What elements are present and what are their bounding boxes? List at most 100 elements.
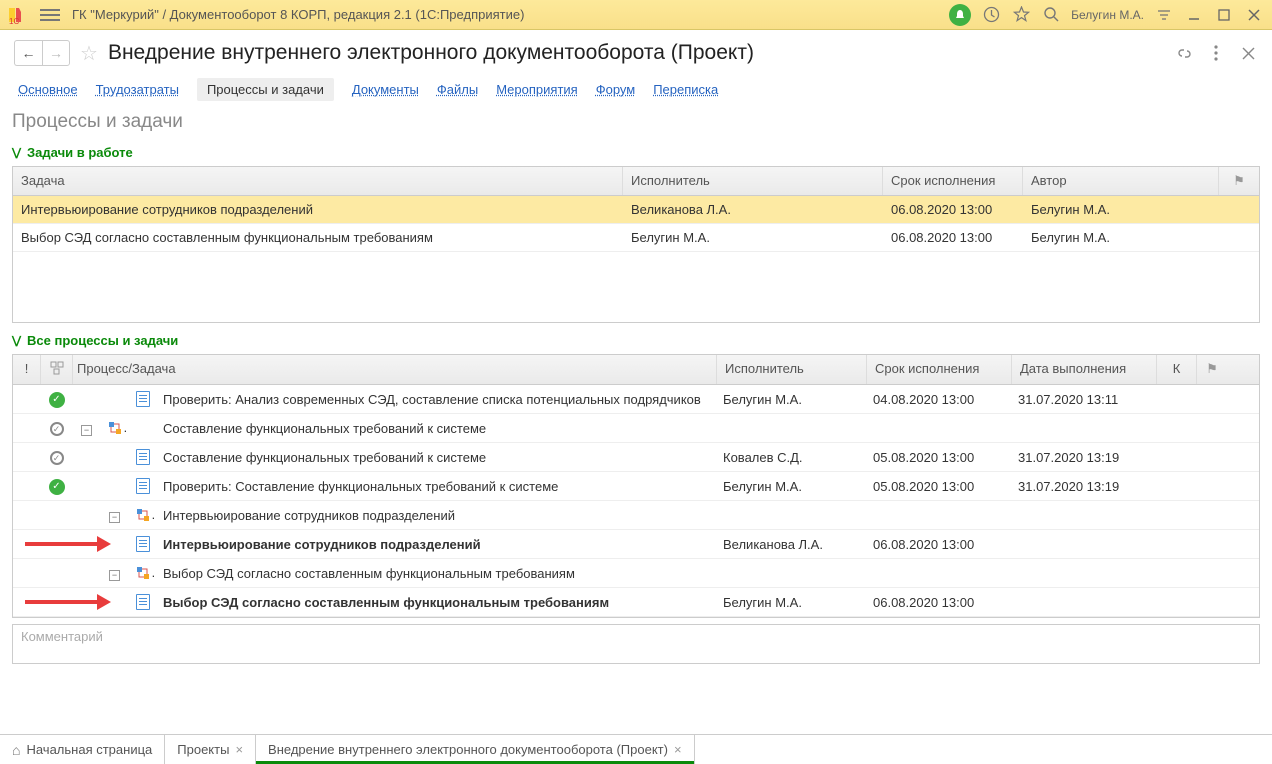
cell-k <box>1157 453 1197 461</box>
table-row[interactable]: Выбор СЭД согласно составленным функцион… <box>13 588 1259 617</box>
tasks-in-progress-table: Задача Исполнитель Срок исполнения Автор… <box>12 166 1260 323</box>
cell-name: Выбор СЭД согласно составленным функцион… <box>157 591 717 614</box>
all-processes-label: Все процессы и задачи <box>27 333 178 348</box>
more-icon[interactable] <box>1206 43 1226 63</box>
bottom-tab-1[interactable]: Проекты× <box>165 735 256 764</box>
table-row[interactable]: − Интервьюирование сотрудников подраздел… <box>13 501 1259 530</box>
cell-tree-b <box>101 395 129 403</box>
maximize-button[interactable] <box>1214 5 1234 25</box>
tab-4[interactable]: Файлы <box>437 82 478 97</box>
cell-tree-b <box>101 540 129 548</box>
cell-due <box>867 424 1012 432</box>
col-task[interactable]: Задача <box>13 167 623 195</box>
close-tab-icon[interactable]: × <box>674 742 682 757</box>
cell-flag <box>1197 511 1227 519</box>
tree-toggle[interactable]: − <box>81 425 92 436</box>
col-done[interactable]: Дата выполнения <box>1012 355 1157 384</box>
cell-flag <box>1197 598 1227 606</box>
tasks-in-progress-header[interactable]: ⋁ Задачи в работе <box>0 141 1272 164</box>
col-k[interactable]: К <box>1157 355 1197 384</box>
cell-task: Выбор СЭД согласно составленным функцион… <box>13 224 623 251</box>
col-importance[interactable]: ! <box>13 355 41 384</box>
main-menu-button[interactable] <box>40 5 60 25</box>
close-window-button[interactable] <box>1244 5 1264 25</box>
bottom-tab-2[interactable]: Внедрение внутреннего электронного докум… <box>256 735 695 764</box>
link-icon[interactable] <box>1174 43 1194 63</box>
cell-importance <box>13 395 41 403</box>
col-executor[interactable]: Исполнитель <box>717 355 867 384</box>
col-due[interactable]: Срок исполнения <box>883 167 1023 195</box>
col-flag[interactable]: ⚑ <box>1197 355 1227 384</box>
cell-done <box>1012 511 1157 519</box>
cell-due: 06.08.2020 13:00 <box>867 533 1012 556</box>
col-due[interactable]: Срок исполнения <box>867 355 1012 384</box>
minimize-button[interactable] <box>1184 5 1204 25</box>
cell-status: ✓ <box>41 416 73 441</box>
cell-flag <box>1197 395 1227 403</box>
table-row[interactable]: ✓ Составление функциональных требований … <box>13 443 1259 472</box>
close-icon[interactable] <box>1238 43 1258 63</box>
close-tab-icon[interactable]: × <box>235 742 243 757</box>
table-row[interactable]: − Выбор СЭД согласно составленным функци… <box>13 559 1259 588</box>
col-status[interactable] <box>41 355 73 384</box>
cell-tree-c <box>129 387 157 412</box>
cell-executor: Ковалев С.Д. <box>717 446 867 469</box>
table-row[interactable]: Выбор СЭД согласно составленным функцион… <box>13 224 1259 252</box>
page-title: Внедрение внутреннего электронного докум… <box>108 41 1164 65</box>
cell-importance <box>13 511 41 519</box>
favorite-star-icon[interactable]: ☆ <box>80 41 98 66</box>
cell-due: 05.08.2020 13:00 <box>867 446 1012 469</box>
bottom-tab-label: Начальная страница <box>26 742 152 757</box>
cell-executor: Белугин М.А. <box>717 388 867 411</box>
tree-toggle[interactable]: − <box>109 512 120 523</box>
cell-executor <box>717 569 867 577</box>
col-name[interactable]: Процесс/Задача <box>73 355 717 384</box>
tab-6[interactable]: Форум <box>596 82 636 97</box>
comment-input[interactable]: Комментарий <box>12 624 1260 664</box>
tree-toggle[interactable]: − <box>109 570 120 581</box>
col-author[interactable]: Автор <box>1023 167 1219 195</box>
col-flag[interactable]: ⚑ <box>1219 167 1259 195</box>
user-name[interactable]: Белугин М.А. <box>1071 8 1144 22</box>
tab-3[interactable]: Документы <box>352 82 419 97</box>
table-row[interactable]: ✓ Проверить: Составление функциональных … <box>13 472 1259 501</box>
cell-due: 06.08.2020 13:00 <box>867 591 1012 614</box>
cell-tree-c <box>129 424 157 432</box>
cell-importance <box>13 453 41 461</box>
history-icon[interactable] <box>981 5 1001 25</box>
table-row[interactable]: Интервьюирование сотрудников подразделен… <box>13 530 1259 559</box>
bottom-tab-0[interactable]: ⌂Начальная страница <box>0 735 165 764</box>
page-header: ← → ☆ Внедрение внутреннего электронного… <box>0 30 1272 72</box>
table-row[interactable]: Интервьюирование сотрудников подразделен… <box>13 196 1259 224</box>
cell-author: Белугин М.А. <box>1023 196 1219 223</box>
app-logo: 1С <box>8 3 32 27</box>
cell-k <box>1157 482 1197 490</box>
titlebar: 1С ГК "Меркурий" / Документооборот 8 КОР… <box>0 0 1272 30</box>
tab-5[interactable]: Мероприятия <box>496 82 578 97</box>
chevron-down-icon: ⋁ <box>12 146 21 159</box>
table-row[interactable]: ✓ Проверить: Анализ современных СЭД, сос… <box>13 385 1259 414</box>
table-row[interactable]: ✓ − Составление функциональных требовани… <box>13 414 1259 443</box>
cell-k <box>1157 395 1197 403</box>
nav-forward-button[interactable]: → <box>42 40 70 66</box>
table-header: ! Процесс/Задача Исполнитель Срок исполн… <box>13 355 1259 385</box>
document-icon <box>136 536 150 552</box>
favorites-icon[interactable] <box>1011 5 1031 25</box>
cell-k <box>1157 511 1197 519</box>
tab-2[interactable]: Процессы и задачи <box>197 78 334 101</box>
table-header: Задача Исполнитель Срок исполнения Автор… <box>13 167 1259 196</box>
tab-7[interactable]: Переписка <box>653 82 718 97</box>
col-executor[interactable]: Исполнитель <box>623 167 883 195</box>
cell-k <box>1157 424 1197 432</box>
notifications-button[interactable] <box>949 4 971 26</box>
cell-tree-c <box>129 590 157 615</box>
tab-1[interactable]: Трудозатраты <box>96 82 179 97</box>
cell-executor: Великанова Л.А. <box>623 196 883 223</box>
cell-importance <box>13 569 41 577</box>
settings-icon[interactable] <box>1154 5 1174 25</box>
cell-executor <box>717 424 867 432</box>
tab-0[interactable]: Основное <box>18 82 78 97</box>
search-icon[interactable] <box>1041 5 1061 25</box>
nav-back-button[interactable]: ← <box>14 40 42 66</box>
all-processes-header[interactable]: ⋁ Все процессы и задачи <box>0 329 1272 352</box>
